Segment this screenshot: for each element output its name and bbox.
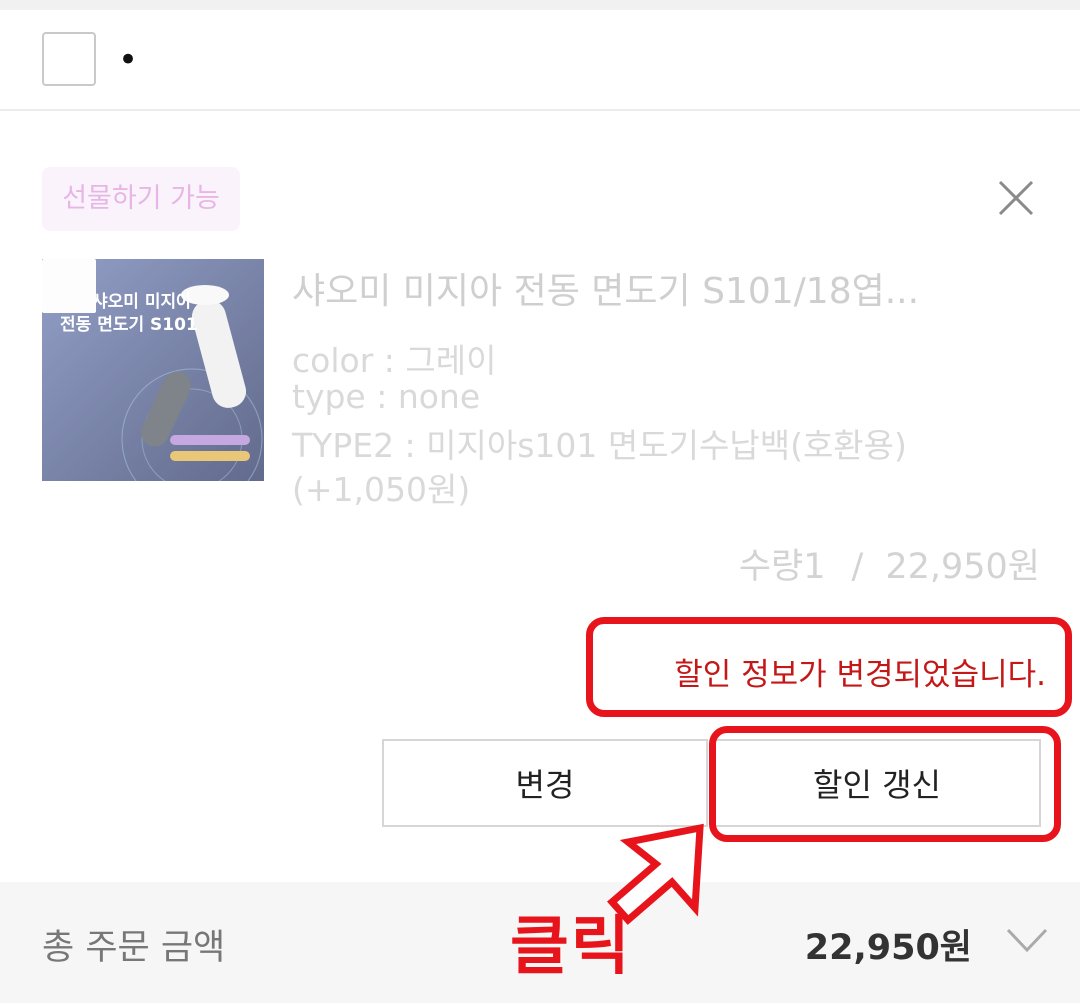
option-extra-price: (+1,050원) xyxy=(292,470,471,509)
store-header-row: • xyxy=(0,10,1080,111)
quantity-price-line: 수량1 / 22,950원 xyxy=(739,538,1040,589)
item-price: 22,950원 xyxy=(885,547,1040,587)
separator: / xyxy=(851,547,864,587)
click-annotation: 클릭 xyxy=(510,910,632,984)
thumbnail-caption-line-1: 샤오미 미지아 xyxy=(92,292,192,312)
thumbnail-caption-line-2: 전동 면도기 S101 xyxy=(60,315,198,335)
refresh-discount-button[interactable]: 할인 갱신 xyxy=(713,739,1041,827)
select-store-checkbox[interactable] xyxy=(42,32,96,86)
status-strip xyxy=(0,0,1080,10)
option-type: type : none xyxy=(292,377,481,416)
expand-total-button[interactable] xyxy=(1004,924,1050,956)
gift-available-badge: 선물하기 가능 xyxy=(42,167,240,231)
option-color: color : 그레이 xyxy=(292,341,497,380)
item-select-checkbox[interactable] xyxy=(42,259,96,313)
close-icon xyxy=(998,180,1034,216)
order-total-amount: 22,950원 xyxy=(804,928,972,968)
chevron-down-icon xyxy=(1006,928,1048,953)
discount-changed-notice: 할인 정보가 변경되었습니다. xyxy=(674,657,1046,693)
product-title[interactable]: 샤오미 미지아 전동 면도기 S101/18엽... xyxy=(292,262,972,314)
remove-item-button[interactable] xyxy=(992,174,1040,222)
change-option-button[interactable]: 변경 xyxy=(382,739,708,827)
store-name-label: • xyxy=(118,40,139,80)
option-type2: TYPE2 : 미지아s101 면도기수납백(호환용) xyxy=(292,426,907,465)
order-total-label: 총 주문 금액 xyxy=(42,928,226,968)
quantity-label: 수량1 xyxy=(738,547,826,587)
